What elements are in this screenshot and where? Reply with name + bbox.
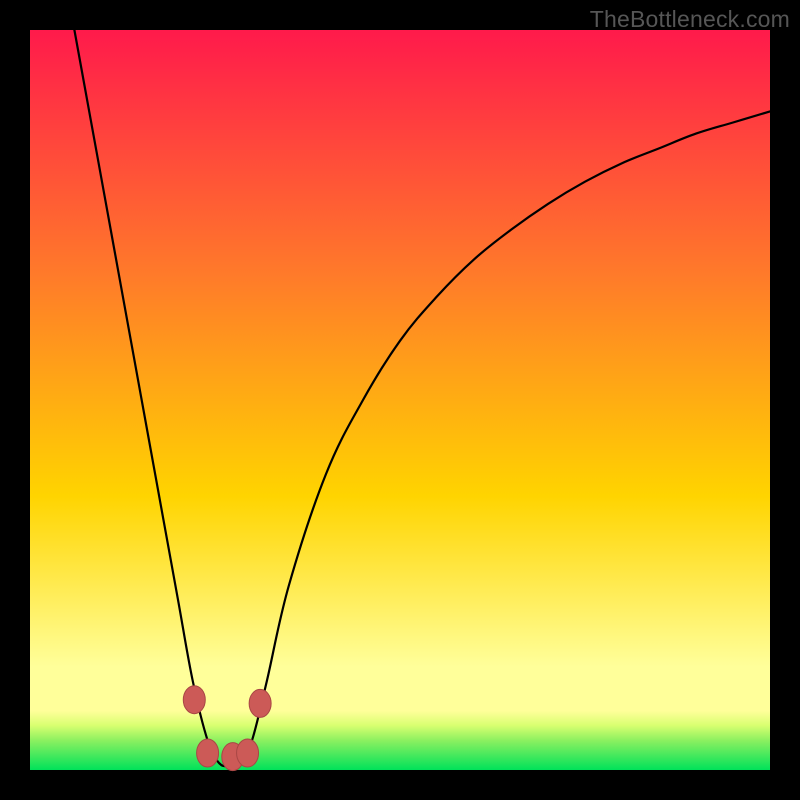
curve-marker: [197, 739, 219, 767]
curve-marker: [183, 686, 205, 714]
bottleneck-curve: [74, 30, 770, 766]
curve-layer: [30, 30, 770, 770]
curve-marker: [249, 689, 271, 717]
curve-marker: [237, 739, 259, 767]
watermark-text: TheBottleneck.com: [590, 6, 790, 33]
chart-frame: TheBottleneck.com: [0, 0, 800, 800]
curve-markers: [183, 686, 271, 771]
